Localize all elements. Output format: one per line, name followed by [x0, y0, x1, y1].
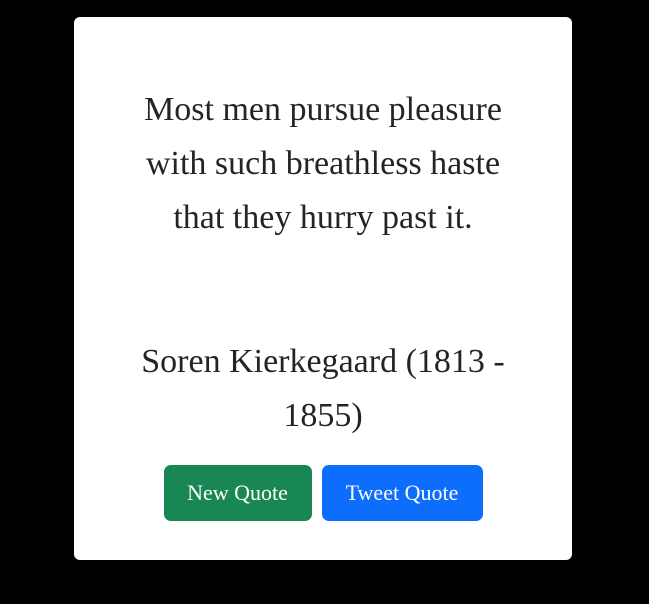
quote-card: Most men pursue pleasure with such breat…	[74, 17, 572, 560]
new-quote-button[interactable]: New Quote	[163, 465, 312, 521]
button-row: New Quote Tweet Quote	[74, 465, 572, 521]
tweet-quote-button[interactable]: Tweet Quote	[321, 465, 483, 521]
quote-author: Soren Kierkegaard (1813 - 1855)	[141, 343, 505, 434]
quote-text: Most men pursue pleasure with such breat…	[144, 91, 502, 236]
